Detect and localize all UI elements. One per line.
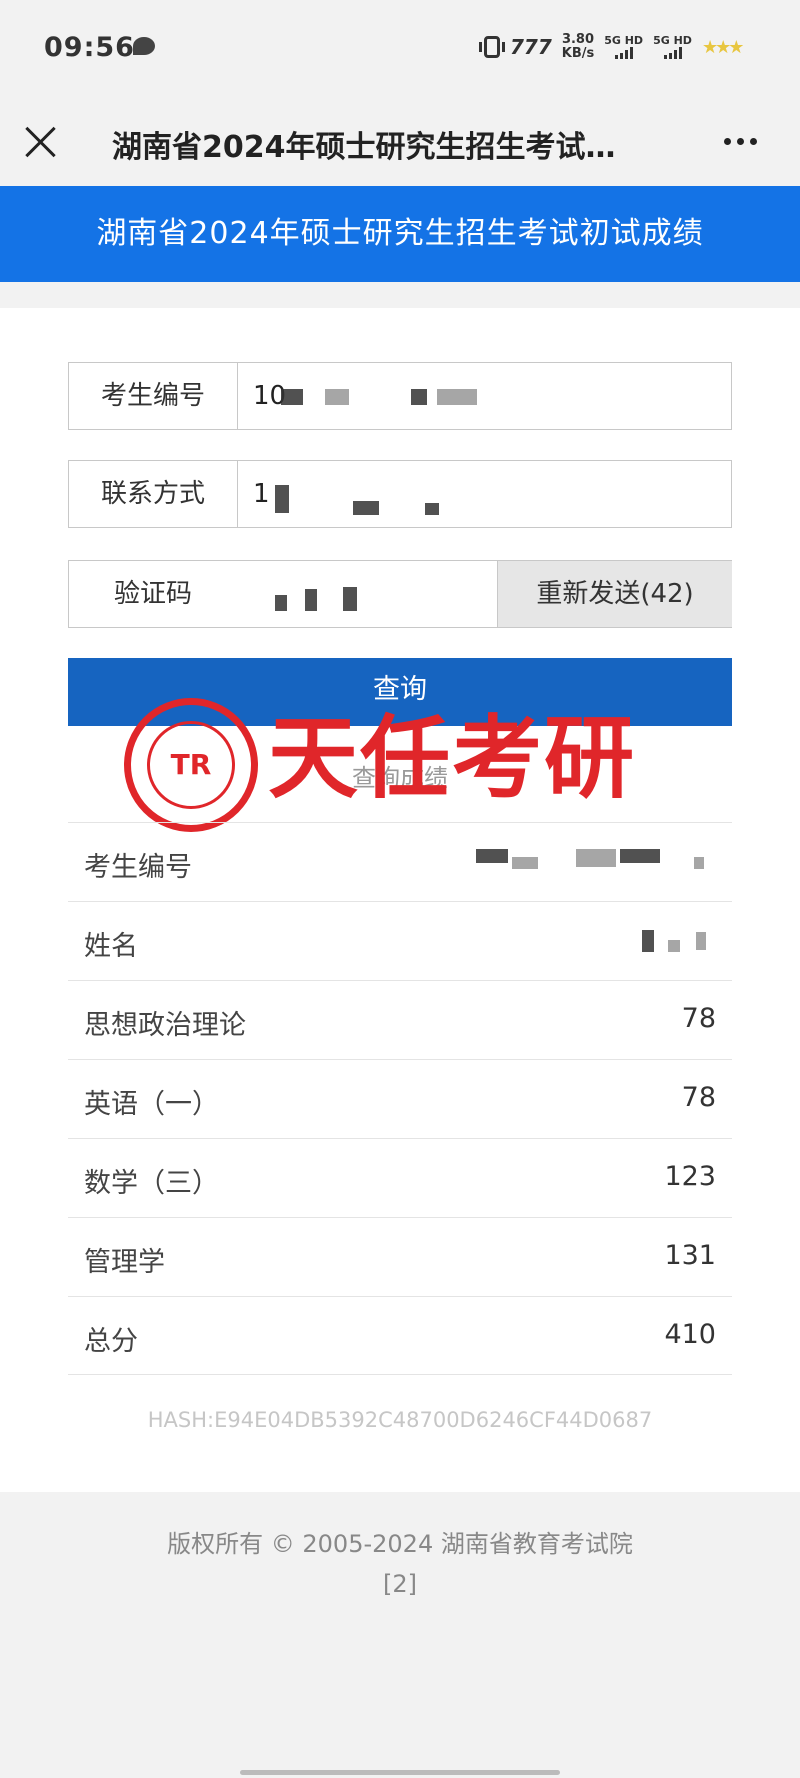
signal-2: 5G HD <box>653 35 692 59</box>
result-label: 总分 <box>84 1326 138 1357</box>
result-row: 英语（一） 78 <box>68 1059 732 1138</box>
redaction <box>696 932 706 950</box>
result-row: 考生编号 <box>68 822 732 901</box>
result-label: 管理学 <box>84 1247 165 1278</box>
more-icon[interactable] <box>724 138 764 148</box>
redaction <box>275 485 289 513</box>
redaction <box>305 589 317 611</box>
exam-id-label: 考生编号 <box>69 363 238 429</box>
redaction <box>343 587 357 611</box>
result-label: 思想政治理论 <box>84 1010 246 1041</box>
redaction <box>642 930 654 952</box>
redaction <box>668 940 680 952</box>
redaction <box>576 849 616 867</box>
redaction <box>325 389 349 405</box>
captcha-label: 验证码 <box>113 579 192 609</box>
result-row: 思想政治理论 78 <box>68 980 732 1059</box>
result-row: 管理学 131 <box>68 1217 732 1296</box>
result-label: 姓名 <box>84 931 138 962</box>
vibrate-icon <box>479 36 505 58</box>
exam-id-field[interactable]: 考生编号 10 <box>68 362 732 430</box>
signal-1: 5G HD <box>604 35 643 59</box>
signal-bars-icon <box>604 47 643 59</box>
status-bar: 09:56 777 3.80 KB/s 5G HD 5G HD ★★★ <box>0 0 800 100</box>
redaction <box>353 501 379 515</box>
page-banner: 湖南省2024年硕士研究生招生考试初试成绩 <box>0 186 800 282</box>
result-value: 131 <box>664 1240 716 1271</box>
resend-code-button[interactable]: 重新发送(42) <box>497 561 732 627</box>
result-label: 数学（三） <box>84 1168 219 1199</box>
page-title: 湖南省2024年硕士研究生招生考试… <box>112 130 616 165</box>
network-speed: 3.80 KB/s <box>561 32 595 61</box>
title-bar: 湖南省2024年硕士研究生招生考试… <box>0 100 800 186</box>
home-indicator[interactable] <box>240 1770 560 1775</box>
redaction <box>620 849 660 863</box>
redaction <box>411 389 427 405</box>
redaction <box>425 503 439 515</box>
result-value: 78 <box>681 1003 716 1034</box>
result-label: 英语（一） <box>84 1089 219 1120</box>
close-icon[interactable] <box>24 126 56 158</box>
contact-label: 联系方式 <box>69 461 238 527</box>
watermark-seal: TR <box>124 698 258 832</box>
contact-value: 1 <box>253 479 270 509</box>
redaction <box>281 389 303 405</box>
footer: 版权所有 © 2005-2024 湖南省教育考试院 [2] <box>0 1524 800 1604</box>
captcha-field[interactable]: 验证码 重新发送(42) <box>68 560 732 628</box>
results-table: 考生编号 姓名 思想政治理论 78 英语（一） 78 数学（三） 123 管理学… <box>68 822 732 1375</box>
status-time: 09:56 <box>44 32 135 63</box>
result-row-total: 总分 410 <box>68 1296 732 1375</box>
result-value: 410 <box>664 1319 716 1350</box>
result-hash: HASH:E94E04DB5392C48700D6246CF44D0687 <box>147 1408 653 1432</box>
result-label: 考生编号 <box>84 852 192 883</box>
redaction <box>275 595 287 611</box>
score-card: 考生编号 10 联系方式 1 验证码 重新发送(42) 查询 查询成绩 TR 天… <box>0 308 800 1492</box>
signal-bars-icon <box>653 47 692 59</box>
watermark-text: 天任考研 <box>268 706 636 811</box>
redaction <box>694 857 704 869</box>
status-icons: 777 3.80 KB/s 5G HD 5G HD ★★★ <box>479 30 744 64</box>
result-row: 姓名 <box>68 901 732 980</box>
star-icon: ★★★ <box>701 36 744 58</box>
contact-field[interactable]: 联系方式 1 <box>68 460 732 528</box>
redaction <box>512 857 538 869</box>
page-marker: [2] <box>383 1570 417 1598</box>
result-value: 123 <box>664 1161 716 1192</box>
redaction <box>437 389 477 405</box>
graduation-cap-icon: TR <box>147 721 235 809</box>
result-value: 78 <box>681 1082 716 1113</box>
chat-bubble-icon <box>133 37 155 55</box>
carrier-label: 777 <box>510 35 552 59</box>
result-row: 数学（三） 123 <box>68 1138 732 1217</box>
redaction <box>476 849 508 863</box>
copyright-text: 版权所有 © 2005-2024 湖南省教育考试院 <box>167 1530 633 1558</box>
